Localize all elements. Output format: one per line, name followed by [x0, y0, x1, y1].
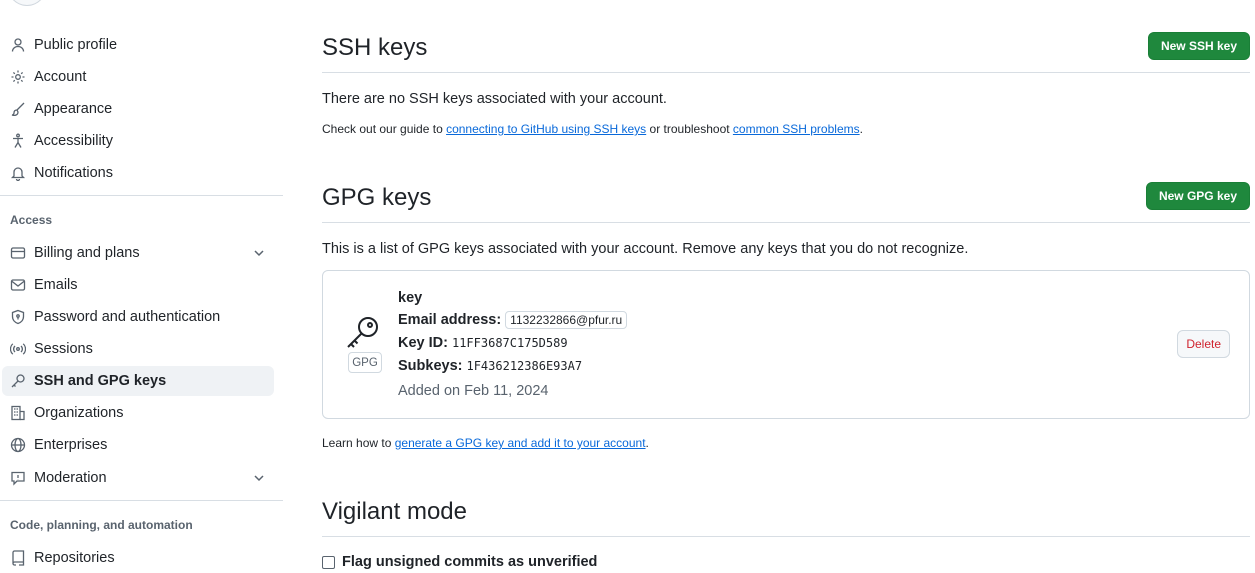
gpg-key-email-row: Email address: 1132232866@pfur.ru [398, 311, 628, 329]
person-icon [10, 37, 26, 53]
ssh-help-suffix: . [859, 122, 863, 136]
credit-card-icon [10, 245, 26, 261]
sidebar-item-label: Moderation [34, 470, 107, 486]
settings-sidebar: Public profile Account Appearance Access… [0, 0, 283, 569]
avatar[interactable] [6, 0, 48, 6]
sidebar-divider [0, 500, 283, 501]
sidebar-item-label: Public profile [34, 37, 118, 53]
repo-icon [10, 550, 26, 566]
gpg-badge: GPG [348, 352, 382, 373]
gpg-learn-text: Learn how to generate a GPG key and add … [322, 436, 649, 450]
gpg-generate-link[interactable]: generate a GPG key and add it to your ac… [395, 436, 646, 450]
sidebar-item-label: Notifications [34, 165, 113, 181]
report-icon [10, 470, 26, 486]
sidebar-item-label: Sessions [34, 341, 93, 357]
chevron-down-icon[interactable] [252, 246, 266, 260]
globe-icon [10, 437, 26, 453]
ssh-help-text: Check out our guide to connecting to Git… [322, 122, 863, 136]
broadcast-icon [10, 341, 26, 357]
sidebar-item-account[interactable]: Account [2, 62, 274, 92]
new-ssh-key-button[interactable]: New SSH key [1147, 32, 1250, 60]
sidebar-item-label: Password and authentication [34, 309, 221, 325]
gpg-learn-prefix: Learn how to [322, 436, 395, 450]
sidebar-item-password[interactable]: Password and authentication [2, 302, 274, 332]
ssh-troubleshoot-link[interactable]: common SSH problems [733, 122, 860, 136]
email-value: 1132232866@pfur.ru [505, 311, 628, 329]
sidebar-item-ssh-gpg-keys[interactable]: SSH and GPG keys [2, 366, 274, 396]
email-label: Email address: [398, 312, 502, 328]
sidebar-item-label: Enterprises [34, 437, 108, 453]
vigilant-mode-header: Vigilant mode [322, 496, 1250, 537]
sidebar-item-billing[interactable]: Billing and plans [2, 238, 274, 268]
vigilant-mode-checkbox[interactable] [322, 555, 335, 569]
vigilant-mode-checkbox-row[interactable]: Flag unsigned commits as unverified [322, 554, 597, 570]
sidebar-item-public-profile[interactable]: Public profile [2, 30, 274, 60]
sidebar-item-label: Billing and plans [34, 245, 140, 261]
gpg-keys-header: GPG keys New GPG key [322, 182, 1250, 223]
ssh-keys-header: SSH keys New SSH key [322, 32, 1250, 73]
chevron-down-icon[interactable] [252, 471, 266, 485]
gpg-keys-title: GPG keys [322, 184, 432, 211]
key-id-value: 11FF3687C175D589 [451, 336, 568, 350]
gpg-key-item: GPG key Email address: 1132232866@pfur.r… [322, 270, 1250, 419]
shield-lock-icon [10, 309, 26, 325]
key-icon [10, 373, 26, 389]
subkeys-label: Subkeys: [398, 358, 463, 374]
ssh-empty-text: There are no SSH keys associated with yo… [322, 91, 667, 107]
sidebar-item-enterprises[interactable]: Enterprises [2, 430, 274, 460]
gpg-key-id-row: Key ID: 11FF3687C175D589 [398, 335, 568, 351]
sidebar-group-title: Access [10, 213, 53, 227]
gpg-description: This is a list of GPG keys associated wi… [322, 241, 969, 257]
gpg-key-name: key [398, 290, 423, 306]
key-icon [345, 315, 381, 351]
delete-gpg-key-button[interactable]: Delete [1177, 330, 1230, 358]
gpg-added-date: Added on Feb 11, 2024 [398, 383, 549, 399]
gpg-subkeys-row: Subkeys: 1F436212386E93A7 [398, 358, 582, 374]
sidebar-item-notifications[interactable]: Notifications [2, 158, 274, 188]
sidebar-item-emails[interactable]: Emails [2, 270, 274, 300]
sidebar-item-sessions[interactable]: Sessions [2, 334, 274, 364]
sidebar-item-label: Repositories [34, 550, 115, 566]
gear-icon [10, 69, 26, 85]
sidebar-item-label: Appearance [34, 101, 113, 117]
vigilant-mode-checkbox-label[interactable]: Flag unsigned commits as unverified [342, 554, 597, 570]
sidebar-item-organizations[interactable]: Organizations [2, 398, 274, 428]
paintbrush-icon [10, 101, 26, 117]
vigilant-mode-title: Vigilant mode [322, 498, 467, 525]
gpg-learn-suffix: . [645, 436, 649, 450]
bell-icon [10, 165, 26, 181]
sidebar-divider [0, 195, 283, 196]
new-gpg-key-button[interactable]: New GPG key [1145, 182, 1250, 210]
sidebar-item-label: Emails [34, 277, 78, 293]
sidebar-item-appearance[interactable]: Appearance [2, 94, 274, 124]
organization-icon [10, 405, 26, 421]
accessibility-icon [10, 133, 26, 149]
sidebar-item-accessibility[interactable]: Accessibility [2, 126, 274, 156]
sidebar-item-label: SSH and GPG keys [34, 373, 167, 389]
subkeys-value: 1F436212386E93A7 [466, 359, 583, 373]
key-id-label: Key ID: [398, 335, 448, 351]
sidebar-item-label: Account [34, 69, 87, 85]
ssh-keys-title: SSH keys [322, 34, 428, 61]
mail-icon [10, 277, 26, 293]
ssh-help-prefix: Check out our guide to [322, 122, 447, 136]
sidebar-item-moderation[interactable]: Moderation [2, 463, 274, 493]
ssh-help-mid: or troubleshoot [646, 122, 733, 136]
sidebar-group-title: Code, planning, and automation [10, 518, 193, 532]
sidebar-item-label: Organizations [34, 405, 124, 421]
sidebar-item-label: Accessibility [34, 133, 113, 149]
ssh-guide-link[interactable]: connecting to GitHub using SSH keys [446, 122, 646, 136]
